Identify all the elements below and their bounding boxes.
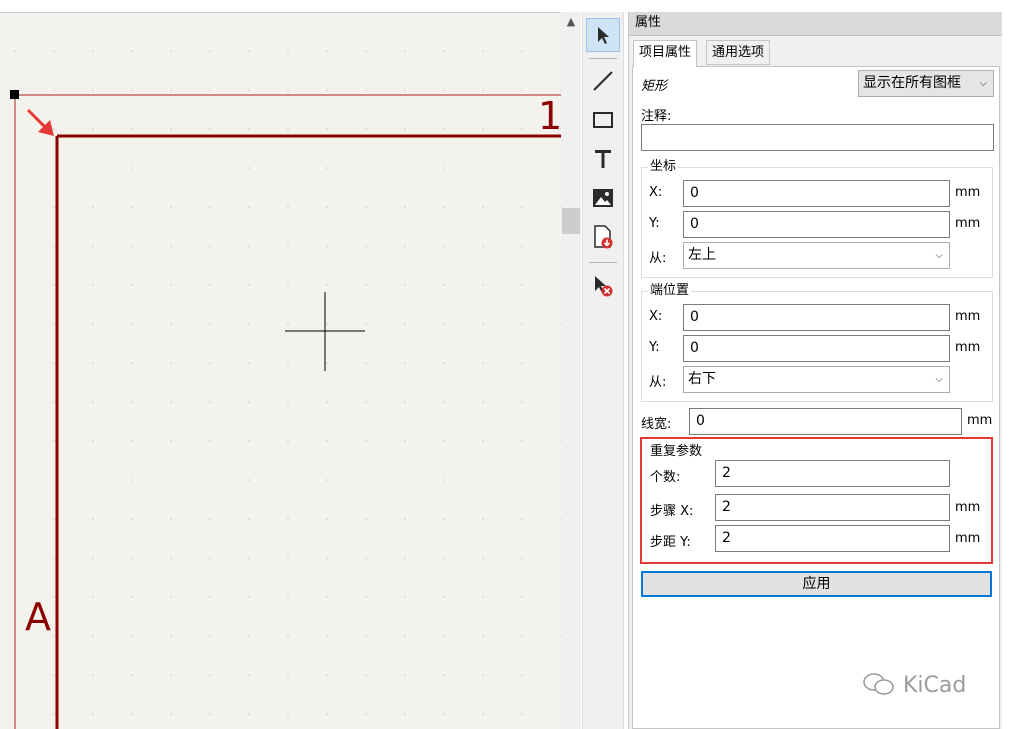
- anchor-handle: [10, 90, 19, 99]
- start-y-label: Y:: [649, 216, 660, 231]
- start-x-input[interactable]: 0: [683, 180, 950, 207]
- start-from-value: 左上: [688, 247, 716, 263]
- end-from-label: 从:: [649, 375, 667, 390]
- comment-input[interactable]: [641, 124, 994, 151]
- image-icon: [593, 189, 613, 207]
- chevron-down-icon: ⌵: [935, 374, 943, 385]
- line-icon: [593, 71, 613, 91]
- start-from-select[interactable]: 左上 ⌵: [683, 242, 950, 269]
- properties-panel: 属性 项目属性 通用选项 矩形 显示在所有图框 ⌵ 注释: 坐标 X: 0 mm…: [628, 12, 1003, 729]
- rectangle-icon: [593, 112, 613, 128]
- repeat-step-x-unit: mm: [955, 500, 981, 515]
- repeat-step-y-label: 步距 Y:: [650, 535, 691, 550]
- repeat-count-label: 个数:: [650, 470, 681, 485]
- delete-tool-button[interactable]: [586, 269, 620, 303]
- start-x-unit: mm: [955, 185, 981, 200]
- end-position-title: 端位置: [648, 283, 692, 299]
- comment-label: 注释:: [641, 109, 672, 124]
- import-file-icon: [594, 225, 613, 249]
- start-position-title: 坐标: [648, 159, 679, 175]
- frame-row-label: A: [25, 595, 51, 639]
- start-y-unit: mm: [955, 216, 981, 231]
- repeat-params-title: 重复参数: [650, 444, 703, 459]
- display-page-select-value: 显示在所有图框: [863, 75, 961, 91]
- arrow-cursor-icon: [598, 27, 609, 44]
- chevron-down-icon: ⌵: [979, 78, 987, 89]
- tab-general-options[interactable]: 通用选项: [706, 40, 771, 65]
- delete-cursor-icon: [595, 276, 613, 297]
- end-from-value: 右下: [688, 371, 716, 387]
- text-icon: [595, 150, 611, 168]
- repeat-step-y-input[interactable]: 2: [715, 525, 950, 552]
- toolbar-separator: [589, 58, 617, 59]
- watermark-text: KiCad: [903, 673, 967, 698]
- select-tool-button[interactable]: [586, 18, 620, 52]
- scroll-up-icon[interactable]: ▲: [561, 12, 581, 32]
- line-width-unit: mm: [967, 413, 993, 428]
- scrollbar-thumb[interactable]: [562, 208, 580, 234]
- frame-column-label: 1: [538, 94, 561, 138]
- toolbar-separator: [589, 262, 617, 263]
- end-x-label: X:: [649, 309, 663, 324]
- image-tool-button[interactable]: [586, 181, 620, 215]
- repeat-count-input[interactable]: 2: [715, 460, 950, 487]
- tab-content: 矩形 显示在所有图框 ⌵ 注释: 坐标 X: 0 mm Y: 0 mm 从: 左…: [632, 66, 1000, 729]
- end-y-label: Y:: [649, 340, 660, 355]
- window-edge: [1002, 12, 1009, 729]
- line-width-input[interactable]: 0: [689, 408, 962, 435]
- drawing-canvas[interactable]: 1 A: [0, 12, 561, 729]
- line-tool-button[interactable]: [586, 64, 620, 98]
- end-y-unit: mm: [955, 340, 981, 355]
- repeat-step-x-label: 步骤 X:: [650, 504, 694, 519]
- end-y-input[interactable]: 0: [683, 335, 950, 362]
- tab-item-properties[interactable]: 项目属性: [633, 40, 698, 67]
- tools-toolbar: [582, 12, 624, 729]
- canvas-drawing: [0, 13, 561, 729]
- start-x-label: X:: [649, 185, 663, 200]
- start-y-input[interactable]: 0: [683, 211, 950, 238]
- panel-title: 属性: [629, 12, 1003, 36]
- wechat-icon: [863, 673, 894, 695]
- repeat-step-x-input[interactable]: 2: [715, 494, 950, 521]
- line-width-label: 线宽:: [641, 417, 672, 432]
- display-page-select[interactable]: 显示在所有图框 ⌵: [858, 70, 994, 97]
- import-tool-button[interactable]: [586, 220, 620, 254]
- chevron-down-icon: ⌵: [935, 250, 943, 261]
- repeat-step-y-unit: mm: [955, 531, 981, 546]
- end-x-unit: mm: [955, 309, 981, 324]
- start-from-label: 从:: [649, 251, 667, 266]
- rectangle-tool-button[interactable]: [586, 103, 620, 137]
- canvas-scrollbar[interactable]: ▲: [561, 12, 581, 729]
- end-x-input[interactable]: 0: [683, 304, 950, 331]
- end-from-select[interactable]: 右下 ⌵: [683, 366, 950, 393]
- text-tool-button[interactable]: [586, 142, 620, 176]
- watermark: KiCad: [862, 672, 966, 698]
- apply-button[interactable]: 应用: [641, 571, 992, 597]
- item-type-label: 矩形: [641, 79, 668, 94]
